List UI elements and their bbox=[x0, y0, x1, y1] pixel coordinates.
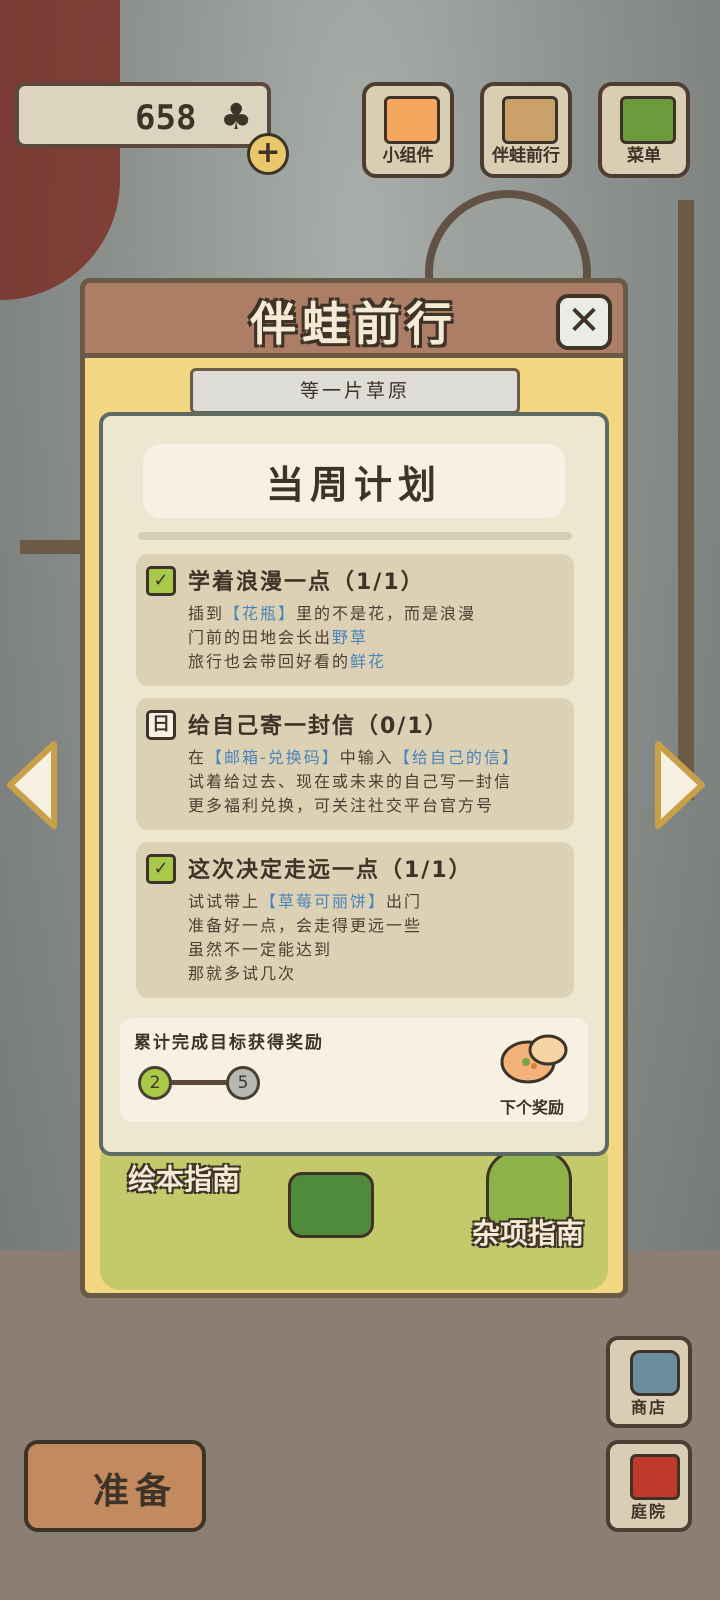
reward-label: 累计完成目标获得奖励 bbox=[134, 1033, 324, 1053]
progress-current-node: 2 bbox=[138, 1066, 172, 1100]
widget-button[interactable]: 小组件 bbox=[362, 82, 454, 178]
task-line: 虽然不一定能达到 bbox=[188, 940, 333, 959]
task-item: ✓ 学着浪漫一点（1/1） 插到【花瓶】里的不是花，而是浪漫 门前的田地会长出野… bbox=[136, 554, 574, 686]
add-currency-button[interactable]: + bbox=[247, 133, 289, 175]
prepare-button-label: 准备 bbox=[92, 1471, 177, 1512]
task-line: 试试带上【草莓可丽饼】出门 bbox=[188, 892, 423, 911]
companion-journey-label: 伴蛙前行 bbox=[492, 146, 560, 166]
companion-journey-button[interactable]: 伴蛙前行 bbox=[480, 82, 572, 178]
close-button[interactable]: ✕ bbox=[556, 294, 612, 350]
check-icon: ✓ bbox=[146, 854, 176, 884]
task-title: 学着浪漫一点（1/1） bbox=[188, 570, 425, 595]
task-item: 日 给自己寄一封信（0/1） 在【邮箱-兑换码】中输入【给自己的信】 试着给过去… bbox=[136, 698, 574, 830]
shop-button-label: 商店 bbox=[630, 1398, 667, 1417]
shop-button[interactable]: 商店 bbox=[606, 1336, 692, 1428]
next-reward-label: 下个奖励 bbox=[500, 1098, 565, 1117]
task-line: 旅行也会带回好看的鲜花 bbox=[188, 652, 387, 671]
shop-bag-icon bbox=[630, 1350, 680, 1396]
task-line: 在【邮箱-兑换码】中输入【给自己的信】 bbox=[188, 748, 520, 767]
guide-book-icon bbox=[288, 1172, 374, 1238]
mailbox-icon bbox=[630, 1454, 680, 1500]
task-line: 那就多试几次 bbox=[188, 964, 297, 983]
widget-icon bbox=[384, 96, 440, 144]
misc-guide-button[interactable]: 杂项指南 bbox=[472, 1212, 584, 1252]
menu-button[interactable]: 菜单 bbox=[598, 82, 690, 178]
picture-book-guide-button[interactable]: 绘本指南 bbox=[128, 1158, 240, 1198]
prev-page-arrow-icon[interactable] bbox=[4, 740, 60, 830]
task-line: 试着给过去、现在或未来的自己写一封信 bbox=[188, 772, 513, 791]
yard-button[interactable]: 庭院 bbox=[606, 1440, 692, 1532]
check-icon: ✓ bbox=[146, 566, 176, 596]
menu-icon bbox=[620, 96, 676, 144]
card-title: 当周计划 bbox=[265, 463, 442, 507]
reward-bun-icon[interactable] bbox=[500, 1030, 570, 1086]
task-title: 这次决定走远一点（1/1） bbox=[188, 858, 473, 883]
modal-title: 伴蛙前行 bbox=[250, 297, 458, 351]
menu-button-label: 菜单 bbox=[627, 146, 661, 166]
task-line: 准备好一点，会走得更远一些 bbox=[188, 916, 423, 935]
card-divider bbox=[138, 532, 572, 540]
location-banner: 等一片草原 bbox=[190, 368, 520, 414]
task-line: 门前的田地会长出野草 bbox=[188, 628, 369, 647]
widget-button-label: 小组件 bbox=[382, 146, 434, 166]
task-line: 更多福利兑换，可关注社交平台官方号 bbox=[188, 796, 495, 815]
currency-amount: 658 bbox=[135, 98, 197, 138]
calendar-icon: 日 bbox=[146, 710, 176, 740]
book-icon bbox=[502, 96, 558, 144]
progress-target-node: 5 bbox=[226, 1066, 260, 1100]
yard-button-label: 庭院 bbox=[630, 1502, 667, 1521]
clover-icon: ♣ bbox=[220, 97, 253, 138]
task-item: ✓ 这次决定走远一点（1/1） 试试带上【草莓可丽饼】出门 准备好一点，会走得更… bbox=[136, 842, 574, 998]
wood-pole-decoration bbox=[678, 200, 694, 800]
task-line: 插到【花瓶】里的不是花，而是浪漫 bbox=[188, 604, 477, 623]
task-title: 给自己寄一封信（0/1） bbox=[188, 714, 449, 739]
next-page-arrow-icon[interactable] bbox=[652, 740, 708, 830]
